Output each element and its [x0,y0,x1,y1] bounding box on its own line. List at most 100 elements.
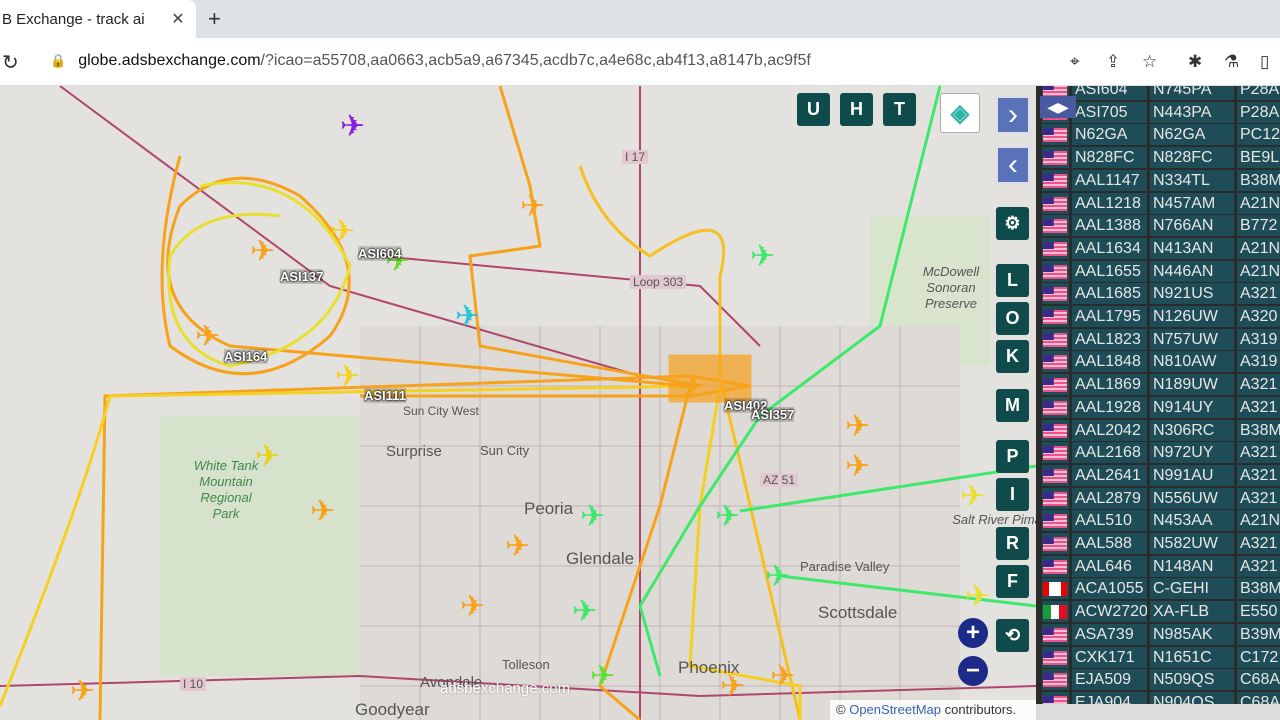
button-r[interactable]: R [996,527,1029,560]
registration-cell: N509QS [1150,669,1234,691]
aircraft-label[interactable]: ASI111 [364,388,406,403]
table-row[interactable]: AAL1928 N914UY A321 [1042,396,1280,418]
location-icon[interactable]: ⌖ [1070,52,1080,72]
table-row[interactable]: ASI604 N745PA P28A [1042,86,1280,100]
flag-icon [1042,601,1069,623]
table-row[interactable]: AAL2879 N556UW A321 [1042,487,1280,509]
button-f[interactable]: F [996,565,1029,598]
table-row[interactable]: AAL646 N148AN A321 [1042,555,1280,577]
callsign-cell: AAL646 [1072,555,1147,577]
table-row[interactable]: ASA739 N985AK B39M [1042,623,1280,645]
url-path: /?icao=a55708,aa0663,acb5a9,a67345,acdb7… [260,52,811,69]
button-p[interactable]: P [996,440,1029,473]
callsign-cell: ASI705 [1072,101,1147,123]
button-m[interactable]: M [996,389,1029,422]
layers-icon[interactable]: ◈ [940,93,980,133]
table-row[interactable]: EJA509 N509QS C68A [1042,669,1280,691]
button-k[interactable]: K [996,340,1029,373]
table-row[interactable]: AAL1848 N810AW A319 [1042,351,1280,373]
registration-cell: XA-FLB [1150,601,1234,623]
resize-panel-icon[interactable]: ◀▶ [1040,96,1076,118]
table-row[interactable]: ACW2720 XA-FLB E550 [1042,601,1280,623]
new-tab-icon[interactable]: + [208,6,221,32]
flag-icon [1042,283,1069,305]
table-row[interactable]: ACA1055 C-GEHI B38M [1042,578,1280,600]
place-label: Paradise Valley [800,559,890,574]
table-row[interactable]: AAL1823 N757UW A319 [1042,328,1280,350]
registration-cell: N443PA [1150,101,1234,123]
flag-icon [1042,124,1069,146]
map[interactable]: ✈ ✈ ✈ ✈ ✈ ✈ ✈ ✈ ✈ ✈ ✈ ✈ ✈ ✈ ✈ ✈ ✈ ✈ ✈ ✈ … [0,86,1036,720]
osm-link[interactable]: OpenStreetMap [849,702,941,717]
browser-tab[interactable]: B Exchange - track ai ✕ [0,0,196,38]
registration-cell: N306RC [1150,419,1234,441]
registration-cell: N453AA [1150,510,1234,532]
place-label: Glendale [566,549,635,568]
table-row[interactable]: CXK171 N1651C C172 [1042,646,1280,668]
extensions-icon[interactable]: ✱ [1188,52,1202,72]
table-row[interactable]: AAL588 N582UW A321 [1042,533,1280,554]
gear-icon[interactable]: ⚙ [996,207,1029,240]
aircraft-label[interactable]: ASI357 [751,407,795,422]
aircraft-table[interactable]: ASI604 N745PA P28A ASI705 N443PA P28A N62GA N62… [1036,86,1280,720]
aircraft-icon: ✈ [770,660,795,693]
button-l[interactable]: L [996,264,1029,297]
callsign-cell: AAL1869 [1072,374,1147,396]
aircraft-label[interactable]: ASI604 [358,246,402,261]
replay-icon[interactable]: ⟲ [996,619,1029,652]
copyright-symbol: © [836,702,846,717]
button-t[interactable]: T [883,93,916,126]
type-cell: BE9L [1237,147,1280,169]
close-tab-icon[interactable]: ✕ [168,9,188,29]
type-cell: A321 [1237,487,1280,509]
table-row[interactable]: AAL1388 N766AN B772 [1042,215,1280,237]
type-cell: A319 [1237,328,1280,350]
place-label: Salt River Pima [952,512,1036,527]
aircraft-label[interactable]: ASI164 [224,349,268,364]
flag-icon [1042,306,1069,327]
table-row[interactable]: ASI705 N443PA P28A [1042,101,1280,123]
url-input[interactable]: 🔒 globe.adsbexchange.com/?icao=a55708,aa0… [38,44,1174,78]
chevron-left-icon[interactable]: ‹ [996,146,1030,184]
flag-icon [1042,328,1069,350]
zoom-in-button[interactable]: + [958,618,988,648]
button-h[interactable]: H [840,93,873,126]
table-row[interactable]: AAL1147 N334TL B38M [1042,169,1280,191]
table-row[interactable]: AAL1218 N457AM A21N [1042,192,1280,214]
flag-icon [1042,555,1069,577]
sidepanel-icon[interactable]: ▯ [1260,52,1269,72]
callsign-cell: AAL1795 [1072,306,1147,327]
horizontal-scrollbar[interactable] [1036,704,1280,720]
button-o[interactable]: O [996,302,1029,335]
table-row[interactable]: AAL1655 N446AN A21N [1042,260,1280,282]
button-i[interactable]: I [996,478,1029,511]
registration-cell: N126UW [1150,306,1234,327]
table-row[interactable]: AAL1869 N189UW A321 [1042,374,1280,396]
registration-cell: N148AN [1150,555,1234,577]
table-row[interactable]: N828FC N828FC BE9L [1042,147,1280,169]
type-cell: A21N [1237,510,1280,532]
share-icon[interactable]: ⇪ [1106,52,1120,72]
table-row[interactable]: AAL2168 N972UY A321 [1042,442,1280,464]
star-icon[interactable]: ☆ [1142,52,1157,72]
callsign-cell: AAL1685 [1072,283,1147,305]
labs-icon[interactable]: ⚗ [1224,52,1239,72]
aircraft-icon: ✈ [590,660,615,693]
reload-icon[interactable]: ↻ [2,50,19,75]
table-row[interactable]: AAL1795 N126UW A320 [1042,306,1280,327]
aircraft-icon: ✈ [455,300,480,333]
table-row[interactable]: AAL2042 N306RC B38M [1042,419,1280,441]
registration-cell: N757UW [1150,328,1234,350]
chevron-right-icon[interactable]: › [996,96,1030,134]
aircraft-label[interactable]: ASI137 [280,269,324,284]
table-row[interactable]: N62GA N62GA PC12 [1042,124,1280,146]
registration-cell: N914UY [1150,396,1234,418]
table-row[interactable]: AAL510 N453AA A21N [1042,510,1280,532]
zoom-out-button[interactable]: − [958,656,988,686]
table-row[interactable]: AAL1634 N413AN A21N [1042,237,1280,259]
aircraft-icon: ✈ [520,190,545,223]
flag-icon [1042,260,1069,282]
table-row[interactable]: AAL1685 N921US A321 [1042,283,1280,305]
table-row[interactable]: AAL2641 N991AU A321 [1042,464,1280,486]
button-u[interactable]: U [797,93,830,126]
